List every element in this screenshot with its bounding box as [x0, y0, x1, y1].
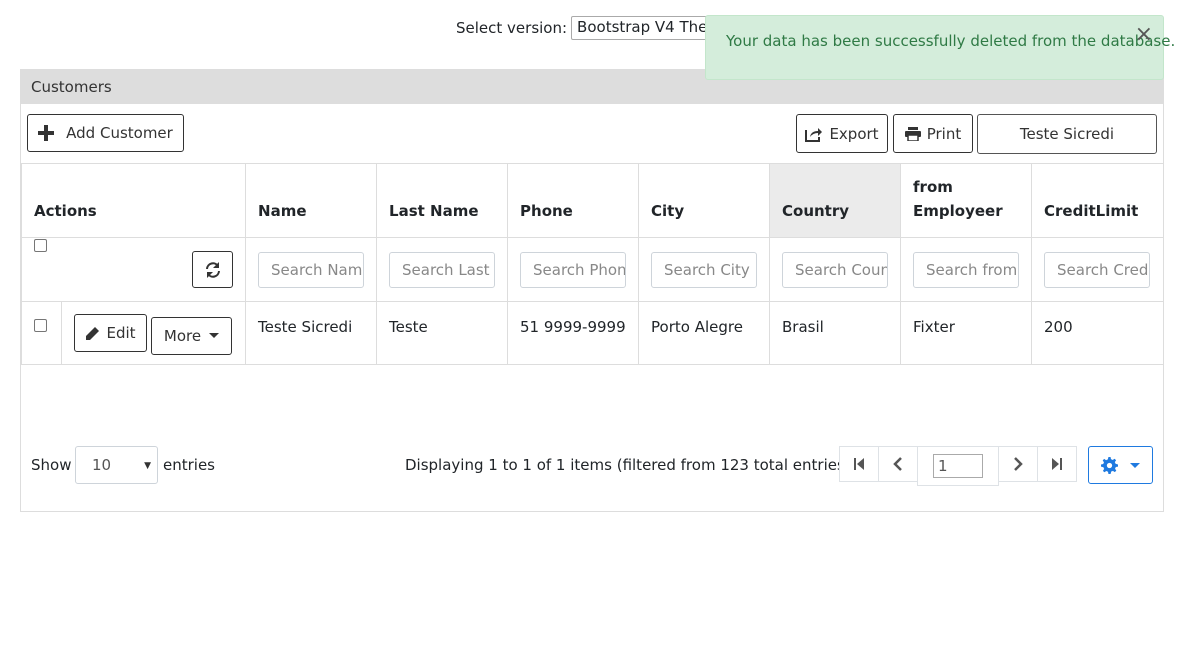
column-header-city[interactable]: City — [638, 163, 771, 238]
filter-cell-country: Search Country — [769, 237, 902, 302]
row-select-cell — [21, 301, 62, 365]
column-header-phone[interactable]: Phone — [507, 163, 640, 238]
filter-cell-credit-limit: Search CreditLimit — [1031, 237, 1165, 302]
cell-name: Teste Sicredi — [245, 301, 378, 365]
settings-dropdown-button[interactable] — [1088, 446, 1153, 484]
page-length-value: 10 — [92, 456, 112, 474]
search-employeer-input[interactable]: Search from Employeer — [913, 251, 1020, 288]
alert-message: Your data has been successfully deleted … — [726, 32, 1176, 50]
add-customer-label: Add Customer — [66, 124, 173, 142]
filter-cell-phone: Search Phone — [507, 237, 640, 302]
page-number-wrap: 1 — [917, 446, 999, 486]
version-label: Select version: — [456, 19, 568, 37]
row-checkbox[interactable] — [34, 319, 47, 332]
page-length-select[interactable]: 10 ▼ — [75, 446, 158, 484]
printer-icon — [904, 126, 921, 141]
gear-icon — [1101, 456, 1118, 474]
last-page-button[interactable] — [1037, 446, 1077, 482]
filter-cell-last-name: Search Last Name — [376, 237, 509, 302]
customers-panel: Customers Add Customer Export Print Test… — [20, 69, 1165, 512]
column-header-actions: Actions — [20, 163, 247, 238]
cell-employeer: Fixter — [900, 301, 1033, 365]
export-icon — [805, 126, 823, 142]
pagination: 1 — [839, 446, 1077, 486]
select-all-checkbox[interactable] — [34, 239, 47, 252]
quick-search-field[interactable]: Teste Sicredi — [977, 114, 1157, 154]
show-label: Show — [31, 456, 72, 474]
more-dropdown-button[interactable]: More — [151, 316, 232, 355]
edit-label: Edit — [106, 324, 136, 342]
page-number-input[interactable]: 1 — [933, 454, 983, 478]
edit-button[interactable]: Edit — [74, 314, 147, 352]
header-row: Actions Name Last Name Phone City Countr… — [20, 163, 1165, 238]
next-page-button[interactable] — [998, 446, 1038, 482]
refresh-icon — [205, 261, 220, 278]
chevron-down-icon — [1130, 462, 1140, 468]
customers-table: Actions Name Last Name Phone City Countr… — [20, 163, 1165, 365]
filter-cell-city: Search City — [638, 237, 771, 302]
refresh-button[interactable] — [192, 251, 234, 288]
filter-row: Search Name Search Last Name Search Phon… — [20, 237, 1165, 302]
column-header-country[interactable]: Country — [769, 163, 902, 238]
entries-label: entries — [163, 456, 215, 474]
row-actions-cell: Edit More — [60, 301, 247, 365]
cell-country: Brasil — [769, 301, 902, 365]
first-page-icon — [854, 458, 864, 470]
pagination-info: Displaying 1 to 1 of 1 items (filtered f… — [405, 456, 851, 474]
add-customer-button[interactable]: Add Customer — [27, 114, 184, 152]
filter-cell-name: Search Name — [245, 237, 378, 302]
filter-cell-employeer: Search from Employeer — [900, 237, 1033, 302]
previous-page-button[interactable] — [878, 446, 918, 482]
chevron-left-icon — [893, 457, 902, 471]
search-country-input[interactable]: Search Country — [782, 251, 889, 288]
table-footer: Show 10 ▼ entries Displaying 1 to 1 of 1… — [31, 446, 1153, 486]
chevron-right-icon — [1014, 457, 1023, 471]
cell-last-name: Teste — [376, 301, 509, 365]
column-header-last-name[interactable]: Last Name — [376, 163, 509, 238]
cell-city: Porto Alegre — [638, 301, 771, 365]
cell-credit-limit: 200 — [1031, 301, 1165, 365]
search-city-input[interactable]: Search City — [651, 251, 758, 288]
print-label: Print — [926, 124, 962, 143]
export-button[interactable]: Export — [796, 114, 888, 153]
search-name-input[interactable]: Search Name — [258, 251, 365, 288]
table-row: Edit More Teste Sicredi Teste 51 9999-99… — [21, 301, 1165, 365]
more-label: More — [163, 326, 202, 345]
search-last-name-input[interactable]: Search Last Name — [389, 251, 496, 288]
success-alert: Your data has been successfully deleted … — [705, 15, 1175, 80]
print-button[interactable]: Print — [893, 114, 973, 153]
last-page-icon — [1052, 458, 1062, 470]
column-header-employeer[interactable]: from Employeer — [900, 163, 1033, 238]
plus-icon — [38, 125, 55, 141]
first-page-button[interactable] — [839, 446, 879, 482]
dropdown-arrow-icon: ▼ — [144, 461, 151, 471]
search-phone-input[interactable]: Search Phone — [520, 251, 627, 288]
chevron-down-icon — [209, 333, 220, 338]
cell-phone: 51 9999-9999 — [507, 301, 640, 365]
column-header-name[interactable]: Name — [245, 163, 378, 238]
search-credit-limit-input[interactable]: Search CreditLimit — [1044, 251, 1151, 288]
version-bar: Select version: Bootstrap V4 Theme — [456, 16, 732, 40]
export-label: Export — [829, 124, 879, 143]
pencil-icon — [85, 326, 100, 341]
close-icon[interactable]: × — [1135, 24, 1153, 46]
column-header-credit-limit[interactable]: CreditLimit — [1031, 163, 1165, 238]
filter-actions-cell — [20, 237, 247, 302]
